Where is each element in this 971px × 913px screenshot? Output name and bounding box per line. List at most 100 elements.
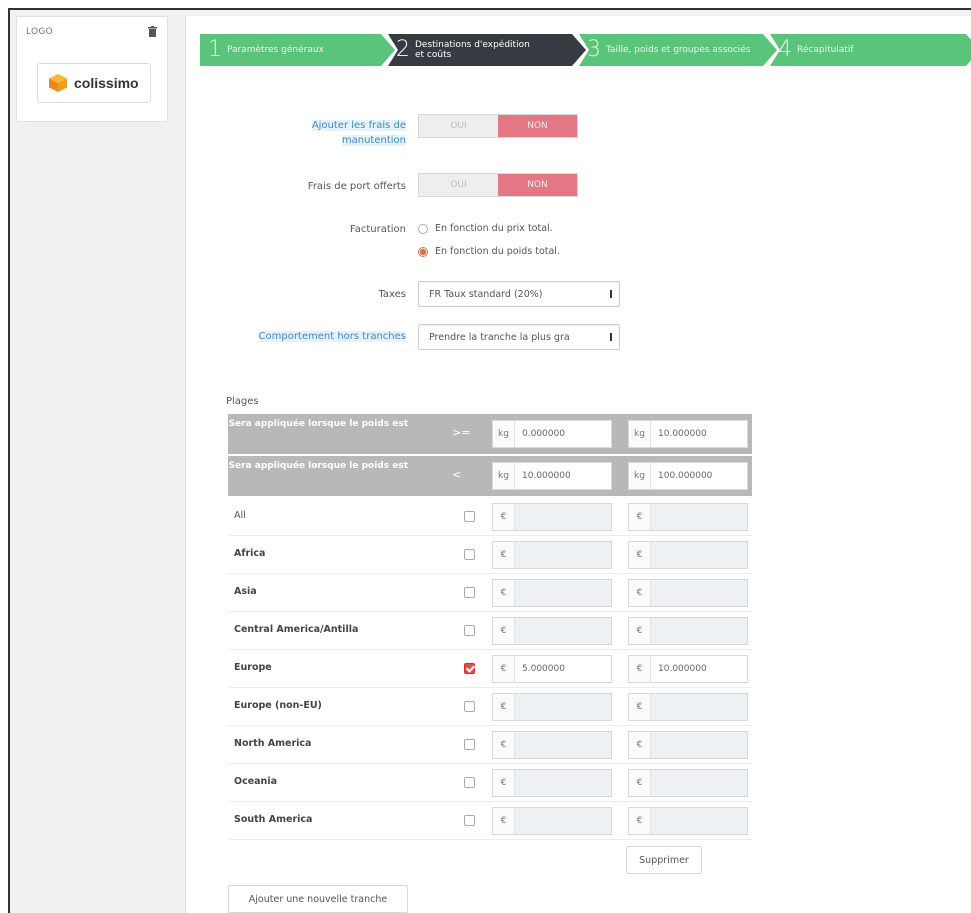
- input-value[interactable]: [515, 542, 611, 568]
- carrier-logo: colissimo: [37, 63, 151, 103]
- window-frame: LOGO colissimo 1 Paramètres généraux 2 D…: [8, 8, 971, 913]
- radio-label: En fonction du poids total.: [435, 246, 560, 257]
- out-of-range-label: Comportement hors tranches: [258, 331, 406, 342]
- zone-price-input-1[interactable]: €: [492, 579, 612, 607]
- range-from-input-2[interactable]: kg 10.000000: [628, 420, 748, 448]
- range-to-input-1[interactable]: kg 10.000000: [492, 462, 612, 490]
- zone-checkbox[interactable]: [464, 511, 475, 522]
- zone-row-europe-non-eu: Europe (non-EU) € €: [228, 688, 752, 726]
- input-value[interactable]: [515, 808, 611, 834]
- input-value[interactable]: 100.000000: [651, 463, 747, 489]
- handling-fees-toggle[interactable]: OUI NON: [418, 114, 578, 138]
- zone-row-asia: Asia € €: [228, 574, 752, 612]
- zone-checkbox[interactable]: [464, 815, 475, 826]
- taxes-select[interactable]: FR Taux standard (20%): [418, 281, 620, 307]
- input-value[interactable]: 0.000000: [515, 421, 611, 447]
- main-panel: 1 Paramètres généraux 2 Destinations d'e…: [185, 16, 971, 913]
- zone-checkbox[interactable]: [464, 549, 475, 560]
- toggle-yes[interactable]: OUI: [419, 115, 498, 137]
- range-to-input-2[interactable]: kg 100.000000: [628, 462, 748, 490]
- zone-price-input-2[interactable]: €: [628, 807, 748, 835]
- zone-checkbox[interactable]: [464, 777, 475, 788]
- zone-price-input-1[interactable]: €: [492, 807, 612, 835]
- range-to-row: Sera appliquée lorsque le poids est < kg…: [228, 456, 752, 496]
- input-value[interactable]: [515, 618, 611, 644]
- zone-price-input-1[interactable]: €: [492, 503, 612, 531]
- zone-price-input-2[interactable]: €: [628, 617, 748, 645]
- input-value[interactable]: [651, 694, 747, 720]
- zone-name: Central America/Antilla: [234, 624, 359, 635]
- currency-addon: €: [629, 694, 651, 720]
- zone-price-input-1[interactable]: €: [492, 541, 612, 569]
- logo-brand-text: colissimo: [74, 75, 139, 91]
- input-value[interactable]: [651, 504, 747, 530]
- zone-row-central-america: Central America/Antilla € €: [228, 612, 752, 650]
- input-value[interactable]: [651, 580, 747, 606]
- unit-addon: kg: [493, 421, 515, 447]
- input-value[interactable]: [651, 732, 747, 758]
- billing-option-price[interactable]: En fonction du prix total.: [418, 223, 553, 234]
- zone-checkbox[interactable]: [464, 701, 475, 712]
- zone-checkbox[interactable]: [464, 587, 475, 598]
- zone-checkbox[interactable]: [464, 739, 475, 750]
- zone-price-input-1[interactable]: €: [492, 769, 612, 797]
- delete-range-button[interactable]: Supprimer: [626, 846, 702, 874]
- wizard-step-3[interactable]: 3 Taille, poids et groupes associés: [579, 34, 777, 66]
- zone-price-input-1[interactable]: €: [492, 731, 612, 759]
- wizard-step-4[interactable]: 4 Récapitulatif: [770, 34, 971, 66]
- billing-label: Facturation: [349, 224, 406, 235]
- zone-price-input-2[interactable]: €: [628, 503, 748, 531]
- zone-price-input-1[interactable]: € 5.000000: [492, 655, 612, 683]
- zone-name: Africa: [234, 548, 266, 559]
- range-from-input-1[interactable]: kg 0.000000: [492, 420, 612, 448]
- step-label: Récapitulatif: [797, 45, 854, 55]
- input-value[interactable]: [515, 770, 611, 796]
- input-value[interactable]: [515, 504, 611, 530]
- zone-price-input-2[interactable]: €: [628, 541, 748, 569]
- toggle-no[interactable]: NON: [498, 174, 577, 196]
- unit-addon: kg: [629, 421, 651, 447]
- step-number: 4: [778, 37, 792, 62]
- input-value[interactable]: [515, 580, 611, 606]
- zone-price-input-2[interactable]: €: [628, 769, 748, 797]
- input-value[interactable]: [515, 694, 611, 720]
- trash-icon[interactable]: [148, 26, 157, 37]
- zone-price-input-1[interactable]: €: [492, 693, 612, 721]
- logo-panel-title: LOGO: [26, 27, 54, 37]
- currency-addon: €: [629, 618, 651, 644]
- zone-price-input-1[interactable]: €: [492, 617, 612, 645]
- toggle-yes[interactable]: OUI: [419, 174, 498, 196]
- currency-addon: €: [629, 656, 651, 682]
- zone-row-oceania: Oceania € €: [228, 764, 752, 802]
- wizard-step-2[interactable]: 2 Destinations d'expédition et coûts: [388, 34, 586, 66]
- zone-name: South America: [234, 814, 313, 825]
- zone-price-input-2[interactable]: €: [628, 693, 748, 721]
- input-value[interactable]: 10.000000: [515, 463, 611, 489]
- zone-checkbox-checked[interactable]: [464, 663, 475, 674]
- input-value[interactable]: 5.000000: [515, 656, 611, 682]
- step-number: 1: [208, 37, 222, 62]
- zone-price-input-2[interactable]: € 10.000000: [628, 655, 748, 683]
- input-value[interactable]: [515, 732, 611, 758]
- radio-button[interactable]: [418, 223, 428, 234]
- input-value[interactable]: [651, 618, 747, 644]
- input-value[interactable]: [651, 542, 747, 568]
- colissimo-logo-icon: [49, 74, 67, 92]
- toggle-no[interactable]: NON: [498, 115, 577, 137]
- input-value[interactable]: [651, 770, 747, 796]
- zone-price-input-2[interactable]: €: [628, 731, 748, 759]
- currency-addon: €: [493, 770, 515, 796]
- billing-option-weight[interactable]: En fonction du poids total.: [418, 246, 560, 257]
- input-value[interactable]: 10.000000: [651, 421, 747, 447]
- wizard-step-1[interactable]: 1 Paramètres généraux: [200, 34, 395, 66]
- radio-button-checked[interactable]: [418, 246, 428, 257]
- free-shipping-toggle[interactable]: OUI NON: [418, 173, 578, 197]
- zone-price-input-2[interactable]: €: [628, 579, 748, 607]
- add-range-button[interactable]: Ajouter une nouvelle tranche: [228, 885, 408, 913]
- out-of-range-select[interactable]: Prendre la tranche la plus gra: [418, 324, 620, 350]
- input-value[interactable]: [651, 808, 747, 834]
- logo-panel: LOGO colissimo: [16, 16, 168, 122]
- zone-checkbox[interactable]: [464, 625, 475, 636]
- input-value[interactable]: 10.000000: [651, 656, 747, 682]
- range-from-operator: >=: [452, 426, 471, 439]
